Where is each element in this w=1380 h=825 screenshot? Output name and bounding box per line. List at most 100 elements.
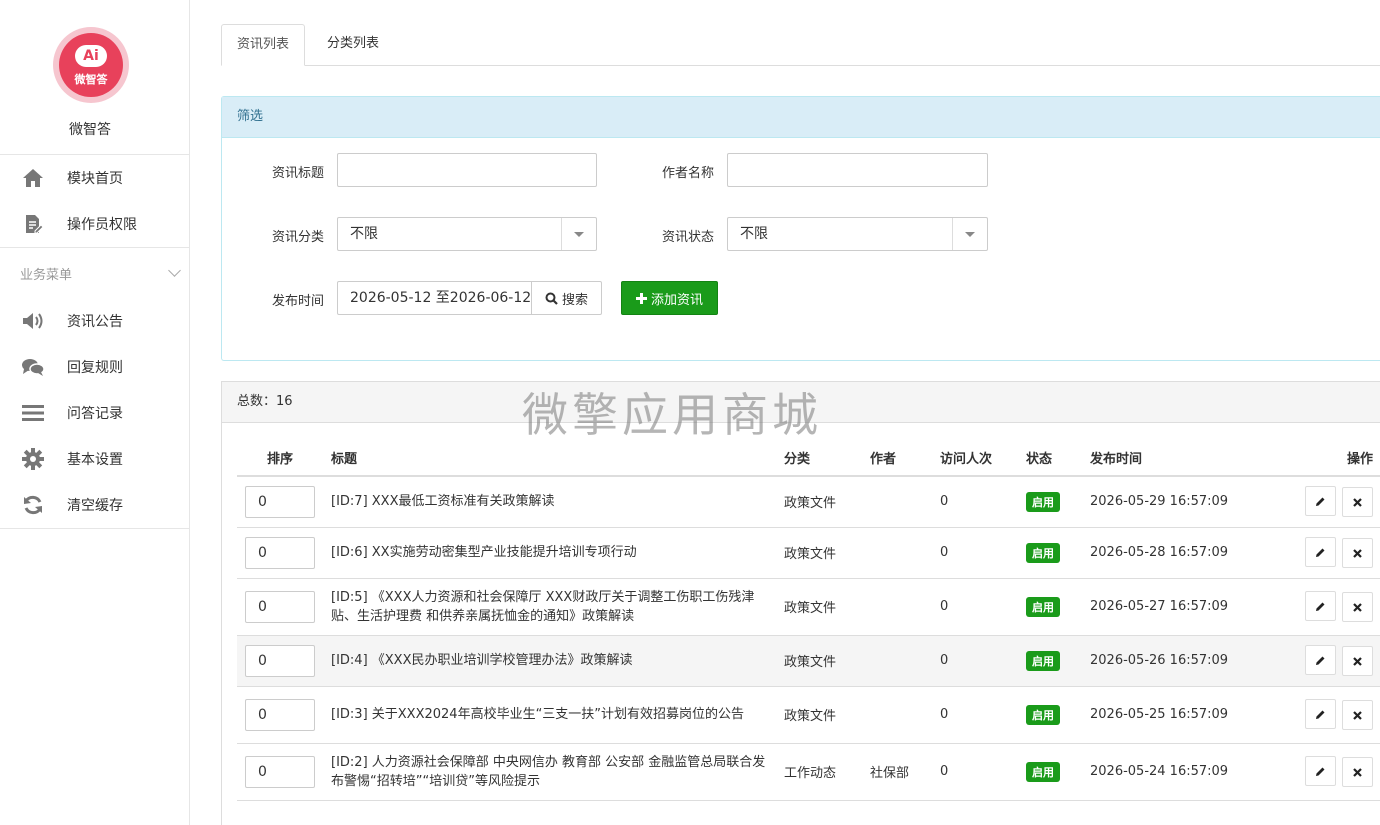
news-title[interactable]: [ID:7] XXX最低工资标准有关政策解读 (323, 476, 776, 528)
news-author (862, 635, 932, 687)
news-author (862, 578, 932, 636)
sort-order-input[interactable]: 0 (245, 485, 315, 518)
news-publish-time: 2026-05-26 16:57:09 (1082, 635, 1262, 687)
sort-order-input[interactable]: 0 (245, 644, 315, 677)
status-badge[interactable]: 启用 (1026, 542, 1060, 563)
logo-cn-text: 微智答 (74, 73, 108, 86)
column-header-visits: 访问人次 (932, 439, 1018, 477)
sort-order-input[interactable]: 0 (245, 755, 315, 788)
news-title[interactable]: [ID:3] 关于XXX2024年高校毕业生“三支一扶”计划有效招募岗位的公告 (323, 686, 776, 744)
column-header-date: 发布时间 (1082, 439, 1262, 477)
pencil-icon (1316, 548, 1325, 557)
sidebar-item-operator-permissions[interactable]: 操作员权限 (0, 201, 189, 247)
chat-icon (20, 356, 46, 378)
app-name: 微智答 (69, 122, 111, 138)
sort-order-input[interactable]: 0 (245, 536, 315, 569)
edit-button[interactable] (1305, 756, 1336, 786)
table-row: 0 [ID:3] 关于XXX2024年高校毕业生“三支一扶”计划有效招募岗位的公… (237, 686, 1380, 744)
sidebar: Ai 微智答 微智答 模块首页 操作员权限 业务菜单 资讯公告 回复规则 问答记… (0, 0, 190, 825)
search-button[interactable]: 搜索 (531, 281, 602, 315)
status-badge[interactable]: 启用 (1026, 761, 1060, 782)
sidebar-item-home[interactable]: 模块首页 (0, 155, 189, 201)
column-header-status: 状态 (1018, 439, 1082, 477)
delete-button[interactable] (1342, 757, 1373, 787)
sidebar-item-qa-records[interactable]: 问答记录 (0, 390, 189, 436)
speaker-icon (20, 310, 46, 332)
category-select-value: 不限 (350, 226, 378, 242)
delete-button[interactable] (1342, 538, 1373, 568)
table-row: 0 [ID:4] 《XXX民办职业培训学校管理办法》政策解读 政策文件 0 启用… (237, 635, 1380, 687)
edit-button[interactable] (1305, 486, 1336, 517)
news-title[interactable]: [ID:5] 《XXX人力资源和社会保障厅 XXX财政厅关于调整工伤职工伤残津贴… (323, 578, 776, 636)
news-title[interactable]: [ID:2] 人力资源社会保障部 中央网信办 教育部 公安部 金融监管总局联合发… (323, 743, 776, 801)
status-badge[interactable]: 启用 (1026, 596, 1060, 617)
author-filter-label: 作者名称 (661, 166, 714, 181)
status-select[interactable]: 不限 (727, 217, 988, 251)
category-filter-label: 资讯分类 (271, 230, 324, 245)
sidebar-item-label: 资讯公告 (67, 314, 123, 330)
category-select[interactable]: 不限 (337, 217, 597, 251)
news-category: 政策文件 (776, 635, 862, 687)
edit-button[interactable] (1305, 591, 1336, 621)
column-header-author: 作者 (862, 439, 932, 477)
close-icon (1353, 710, 1362, 720)
edit-button[interactable] (1305, 699, 1336, 729)
filter-heading: 筛选 (222, 97, 1380, 138)
refresh-icon (20, 494, 46, 516)
sidebar-item-label: 回复规则 (67, 360, 123, 376)
tab-news-list[interactable]: 资讯列表 (221, 24, 306, 66)
title-filter-input[interactable] (337, 153, 597, 187)
delete-button[interactable] (1342, 646, 1373, 676)
watermark: 微擎应用商城 (522, 388, 822, 442)
status-badge[interactable]: 启用 (1026, 704, 1060, 725)
add-news-button[interactable]: 添加资讯 (621, 281, 718, 315)
status-badge[interactable]: 启用 (1026, 650, 1060, 671)
news-visits: 0 (932, 635, 1018, 687)
news-title[interactable]: [ID:4] 《XXX民办职业培训学校管理办法》政策解读 (323, 635, 776, 687)
gear-icon (20, 448, 46, 470)
main-content: 资讯列表 分类列表 筛选 资讯标题 作者名称 资讯分类 不限 资讯状态 不限 发… (221, 0, 1380, 825)
menu-group-business[interactable]: 业务菜单 (0, 248, 189, 298)
news-table: 排序 标题 分类 作者 访问人次 状态 发布时间 操作 0 [ID:7] XXX… (237, 439, 1380, 801)
news-visits: 0 (932, 527, 1018, 579)
sidebar-item-news[interactable]: 资讯公告 (0, 298, 189, 344)
news-title[interactable]: [ID:6] XX实施劳动密集型产业技能提升培训专项行动 (323, 527, 776, 579)
news-publish-time: 2026-05-25 16:57:09 (1082, 686, 1262, 744)
sidebar-item-clear-cache[interactable]: 清空缓存 (0, 482, 189, 528)
column-header-sort[interactable]: 排序 (237, 439, 323, 477)
news-category: 工作动态 (776, 743, 862, 801)
date-range-input[interactable]: 2026-05-12 至2026-06-12 (337, 281, 532, 315)
delete-button[interactable] (1342, 592, 1373, 622)
sort-order-input[interactable]: 0 (245, 698, 315, 731)
plus-icon (635, 292, 647, 304)
author-filter-input[interactable] (727, 153, 988, 187)
search-button-label: 搜索 (561, 292, 588, 308)
pencil-icon (1316, 767, 1325, 776)
sidebar-item-basic-settings[interactable]: 基本设置 (0, 436, 189, 482)
pencil-icon (1316, 656, 1325, 665)
news-publish-time: 2026-05-27 16:57:09 (1082, 578, 1262, 636)
pencil-icon (1316, 710, 1325, 719)
delete-button[interactable] (1342, 700, 1373, 730)
tab-category-list[interactable]: 分类列表 (312, 24, 394, 66)
delete-button[interactable] (1342, 487, 1373, 518)
status-badge[interactable]: 启用 (1026, 491, 1060, 512)
pencil-icon (1316, 497, 1325, 506)
edit-button[interactable] (1305, 537, 1336, 567)
table-row: 0 [ID:6] XX实施劳动密集型产业技能提升培训专项行动 政策文件 0 启用… (237, 527, 1380, 579)
close-icon (1353, 497, 1362, 507)
news-list-panel: 总数：16 微擎应用商城 排序 标题 分类 作者 访问人次 状态 发布时间 操作 (221, 381, 1380, 825)
table-header-row: 排序 标题 分类 作者 访问人次 状态 发布时间 操作 (237, 439, 1380, 477)
news-category: 政策文件 (776, 578, 862, 636)
search-icon (545, 292, 558, 305)
news-publish-time: 2026-05-28 16:57:09 (1082, 527, 1262, 579)
sort-order-input[interactable]: 0 (245, 590, 315, 623)
edit-button[interactable] (1305, 645, 1336, 675)
table-row: 0 [ID:5] 《XXX人力资源和社会保障厅 XXX财政厅关于调整工伤职工伤残… (237, 578, 1380, 636)
sidebar-item-label: 清空缓存 (67, 498, 123, 514)
sidebar-item-reply-rules[interactable]: 回复规则 (0, 344, 189, 390)
column-header-category: 分类 (776, 439, 862, 477)
news-author: 社保部 (862, 743, 932, 801)
close-icon (1353, 548, 1362, 558)
news-author (862, 476, 932, 528)
